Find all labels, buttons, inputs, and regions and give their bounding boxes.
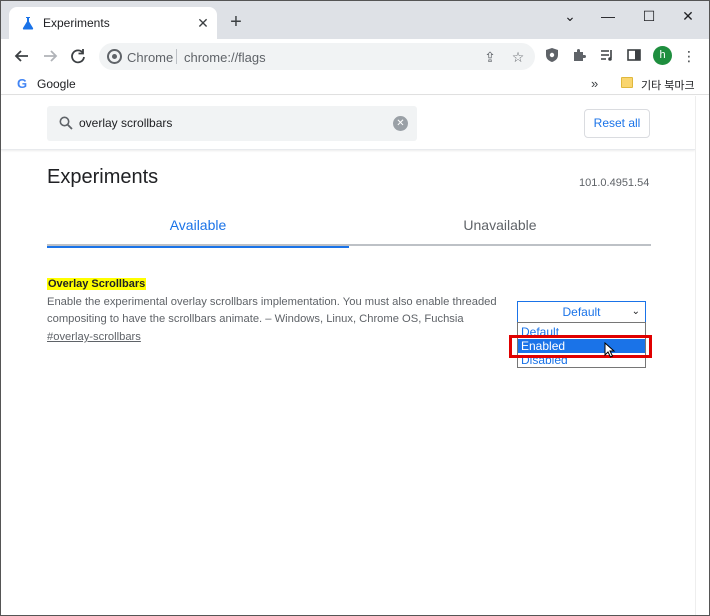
- chevron-down-icon: ⌄: [631, 306, 640, 317]
- flag-name: Overlay Scrollbars: [47, 278, 147, 290]
- extensions-puzzle-icon[interactable]: [570, 47, 588, 65]
- highlight-annotation-box: [509, 335, 652, 358]
- search-icon: [59, 116, 73, 130]
- share-icon[interactable]: ⇪: [481, 48, 499, 66]
- folder-icon[interactable]: [621, 77, 633, 88]
- maximize-button[interactable]: ☐: [634, 5, 664, 27]
- minimize-button[interactable]: —: [593, 5, 623, 27]
- omnibox-separator: [176, 49, 177, 64]
- page-scrollbar[interactable]: [695, 96, 709, 615]
- search-header: ✕ Reset all: [1, 96, 695, 150]
- tab-unavailable[interactable]: Unavailable: [349, 204, 651, 246]
- address-bar[interactable]: Chrome chrome://flags ⇪ ☆: [99, 43, 535, 70]
- omnibox-url[interactable]: chrome://flags: [184, 50, 266, 65]
- version-label: 101.0.4951.54: [579, 177, 650, 189]
- search-box[interactable]: ✕: [47, 106, 417, 141]
- google-logo-icon: G: [17, 76, 28, 91]
- chrome-icon: [107, 49, 122, 64]
- forward-arrow-icon: [44, 50, 58, 62]
- other-bookmarks-label[interactable]: 기타 북마크: [641, 77, 695, 93]
- menu-icon[interactable]: ⋮: [680, 47, 698, 65]
- flag-description: Enable the experimental overlay scrollba…: [47, 296, 497, 325]
- flask-icon: [22, 17, 34, 30]
- toolbar: Chrome chrome://flags ⇪ ☆ h ⋮: [1, 39, 709, 73]
- tab-available[interactable]: Available: [47, 204, 349, 248]
- search-input[interactable]: [79, 116, 379, 130]
- shield-extension-icon[interactable]: [543, 47, 561, 65]
- tab-experiments[interactable]: Experiments ✕: [9, 7, 217, 39]
- select-value: Default: [562, 305, 601, 319]
- reload-button[interactable]: [67, 45, 89, 67]
- flags-page: ✕ Reset all Experiments 101.0.4951.54 Av…: [1, 96, 695, 615]
- back-button[interactable]: [11, 45, 33, 67]
- media-control-icon[interactable]: [598, 47, 616, 65]
- bookmarks-bar: G Google » 기타 북마크: [1, 73, 709, 95]
- back-arrow-icon: [14, 50, 28, 62]
- bookmark-google-label: Google: [37, 77, 76, 91]
- tab-close-icon[interactable]: ✕: [195, 15, 211, 31]
- bookmarks-overflow-button[interactable]: »: [591, 76, 598, 91]
- star-icon[interactable]: ☆: [509, 48, 527, 66]
- mouse-cursor-icon: [604, 342, 616, 358]
- reload-icon: [71, 49, 85, 64]
- reset-all-button[interactable]: Reset all: [584, 109, 650, 138]
- new-tab-button[interactable]: +: [227, 12, 245, 32]
- forward-button[interactable]: [39, 45, 61, 67]
- flag-anchor-link[interactable]: #overlay-scrollbars: [47, 331, 141, 343]
- clear-search-icon[interactable]: ✕: [393, 116, 408, 131]
- flags-tabs: Available Unavailable: [47, 204, 651, 248]
- side-panel-icon[interactable]: [625, 47, 643, 65]
- tab-strip: Experiments ✕ + ⌄ — ☐ ✕: [1, 1, 709, 39]
- omnibox-site-label: Chrome: [127, 50, 174, 65]
- tab-search-icon[interactable]: ⌄: [555, 5, 585, 27]
- page-title: Experiments: [47, 166, 159, 188]
- flag-state-select[interactable]: Default ⌄: [517, 301, 646, 323]
- tab-title: Experiments: [43, 16, 110, 30]
- profile-avatar[interactable]: h: [653, 46, 672, 65]
- close-window-button[interactable]: ✕: [673, 5, 703, 27]
- browser-window: Experiments ✕ + ⌄ — ☐ ✕ Chrome chrome://…: [0, 0, 710, 616]
